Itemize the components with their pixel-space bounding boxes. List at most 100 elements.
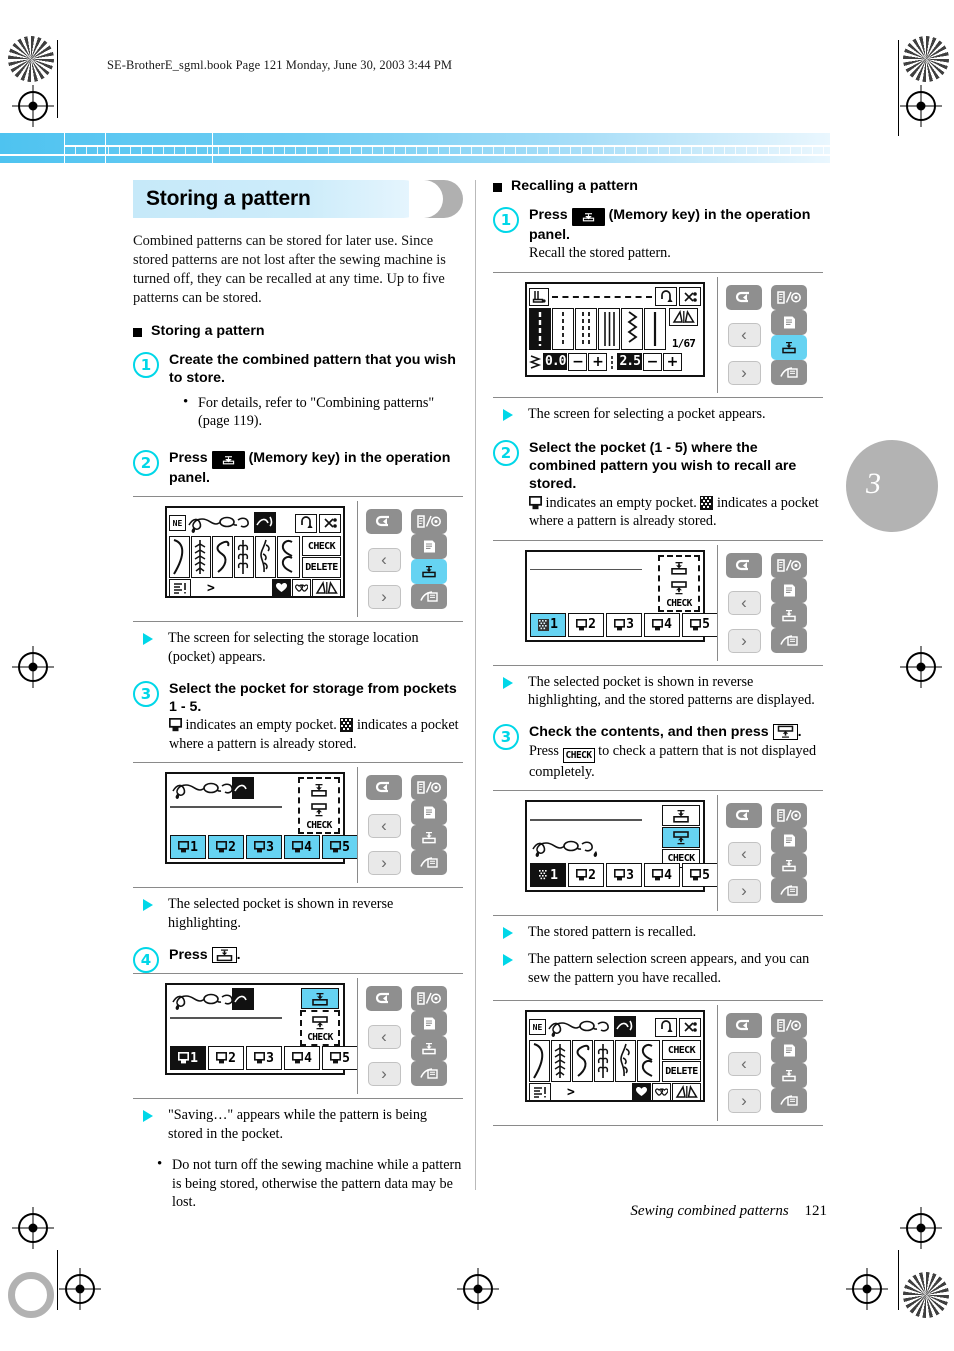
next-page-button[interactable]: ›: [727, 360, 761, 385]
next-page-button[interactable]: ›: [727, 879, 761, 904]
settings-button[interactable]: [771, 284, 807, 310]
stitch-density-key[interactable]: [169, 579, 191, 598]
manual-button[interactable]: [771, 309, 807, 335]
settings-button[interactable]: [411, 509, 447, 535]
pocket-tab-2[interactable]: 2: [568, 612, 604, 637]
mirror-image-key[interactable]: [669, 307, 698, 326]
pocket-tab-5[interactable]: 5: [322, 1046, 358, 1071]
lcd-screen[interactable]: NE CHECK DELETE >: [525, 1010, 705, 1103]
sewing-guide-button[interactable]: [411, 584, 447, 610]
sewing-guide-button[interactable]: [771, 878, 807, 904]
mirror-image-key[interactable]: [312, 579, 341, 598]
lcd-screen[interactable]: CHECK 1 2 3 4 5: [165, 983, 358, 1076]
save-to-pocket-key[interactable]: [304, 780, 334, 801]
needle-mode-icon[interactable]: NE: [529, 1019, 546, 1036]
stitch-cell-selected[interactable]: [529, 307, 551, 350]
thread-cutter-key[interactable]: [319, 513, 341, 533]
stitch-pattern-cell[interactable]: [233, 536, 255, 579]
zigzag-width-plus[interactable]: +: [588, 352, 608, 371]
next-page-button[interactable]: ›: [727, 628, 761, 653]
stitch-density-key[interactable]: [529, 1083, 551, 1102]
back-button[interactable]: [366, 775, 402, 801]
manual-button[interactable]: [411, 1011, 447, 1037]
stitch-pattern-cell[interactable]: [169, 536, 190, 579]
pocket-tab-2[interactable]: 2: [568, 863, 604, 888]
stitch-pattern-cell[interactable]: [550, 1040, 572, 1083]
stitch-pattern-cell[interactable]: [255, 536, 276, 579]
lcd-screen[interactable]: CHECK 1 2 3 4 5: [165, 772, 358, 865]
memory-button[interactable]: [411, 825, 447, 851]
stitch-cell[interactable]: [575, 307, 597, 350]
lcd-screen[interactable]: NE CHECK DELETE >: [165, 506, 345, 599]
pocket-tab-3[interactable]: 3: [606, 863, 642, 888]
pocket-tab-4[interactable]: 4: [284, 835, 320, 860]
stitch-cell[interactable]: [552, 307, 574, 350]
sewing-guide-button[interactable]: [771, 627, 807, 653]
settings-button[interactable]: [771, 803, 807, 829]
next-page-button[interactable]: ›: [367, 1062, 401, 1087]
save-to-pocket-key[interactable]: [301, 988, 339, 1010]
zigzag-width-minus[interactable]: −: [568, 352, 588, 371]
stitch-pattern-cell[interactable]: [593, 1040, 615, 1083]
manual-button[interactable]: [771, 828, 807, 854]
pocket-tab-4[interactable]: 4: [644, 863, 680, 888]
stitch-cell[interactable]: [598, 307, 620, 350]
sewing-guide-button[interactable]: [411, 1061, 447, 1087]
pocket-tab-2[interactable]: 2: [208, 1046, 244, 1071]
save-to-pocket-key[interactable]: [662, 805, 700, 827]
next-page-button[interactable]: ›: [367, 585, 401, 610]
reverse-stitch-key[interactable]: [655, 287, 677, 307]
back-button[interactable]: [726, 1013, 762, 1039]
check-key-label[interactable]: CHECK: [306, 820, 332, 831]
pocket-tab-1[interactable]: 1: [170, 835, 206, 860]
stitch-pattern-cell[interactable]: [529, 1040, 550, 1083]
prev-page-button[interactable]: ‹: [727, 323, 761, 348]
sewing-guide-button[interactable]: [411, 850, 447, 876]
thread-cutter-key[interactable]: [679, 287, 701, 307]
sewing-guide-button[interactable]: [771, 359, 807, 385]
check-key[interactable]: CHECK: [301, 536, 341, 557]
back-button[interactable]: [726, 803, 762, 829]
pocket-tab-2[interactable]: 2: [208, 835, 244, 860]
sewing-guide-button[interactable]: [771, 1088, 807, 1114]
thread-cutter-key[interactable]: [679, 1017, 701, 1037]
stitch-length-minus[interactable]: −: [642, 352, 662, 371]
lcd-screen[interactable]: 1/67 0.0 − + 2.5 − +: [525, 281, 705, 377]
stitch-pattern-cell[interactable]: [615, 1040, 636, 1083]
pocket-tab-4[interactable]: 4: [644, 612, 680, 637]
prev-page-button[interactable]: ‹: [727, 841, 761, 866]
manual-button[interactable]: [411, 800, 447, 826]
prev-page-button[interactable]: ‹: [367, 547, 401, 572]
pocket-tab-3[interactable]: 3: [246, 1046, 282, 1071]
pocket-tab-1[interactable]: 1: [170, 1046, 206, 1071]
reverse-stitch-key[interactable]: [295, 513, 317, 533]
memory-button[interactable]: [411, 559, 447, 585]
check-key-label[interactable]: CHECK: [307, 1032, 333, 1043]
recall-from-pocket-key[interactable]: [664, 577, 694, 598]
stitch-pattern-cell[interactable]: [212, 536, 233, 579]
manual-button[interactable]: [771, 577, 807, 603]
memory-button[interactable]: [771, 853, 807, 879]
back-button[interactable]: [726, 284, 762, 310]
memory-button[interactable]: [411, 1036, 447, 1062]
needle-mode-icon[interactable]: NE: [169, 515, 186, 532]
pocket-tab-3[interactable]: 3: [246, 835, 282, 860]
check-key-label[interactable]: CHECK: [666, 598, 692, 609]
manual-button[interactable]: [411, 534, 447, 560]
memory-button[interactable]: [771, 602, 807, 628]
pocket-tab-5[interactable]: 5: [682, 863, 718, 888]
delete-key[interactable]: DELETE: [301, 557, 341, 579]
presser-foot-icon[interactable]: [529, 287, 549, 306]
more-arrow-label[interactable]: >: [207, 581, 215, 596]
lcd-screen[interactable]: CHECK 1 2 3 4 5: [525, 800, 718, 893]
stitch-cell[interactable]: [644, 307, 666, 350]
recall-from-pocket-key[interactable]: [305, 1013, 335, 1032]
pocket-tab-3[interactable]: 3: [606, 612, 642, 637]
settings-button[interactable]: [411, 775, 447, 801]
mirror-image-key[interactable]: [672, 1083, 701, 1102]
back-button[interactable]: [366, 509, 402, 535]
stitch-pattern-cell[interactable]: [276, 536, 300, 579]
pocket-tab-5[interactable]: 5: [322, 835, 358, 860]
prev-page-button[interactable]: ‹: [367, 813, 401, 838]
prev-page-button[interactable]: ‹: [727, 591, 761, 615]
